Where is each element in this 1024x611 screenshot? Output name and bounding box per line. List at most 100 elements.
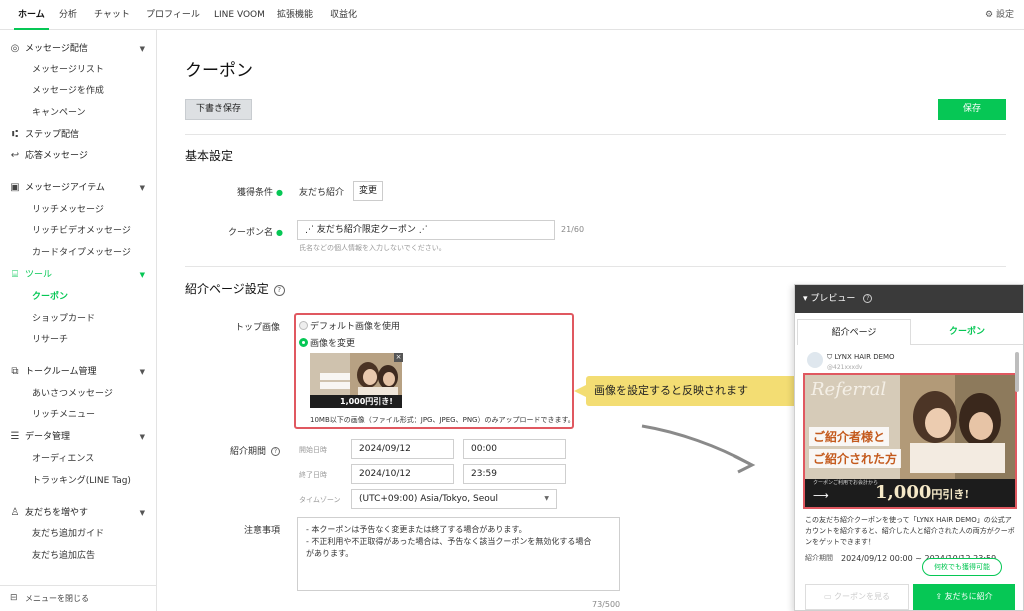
radio-default-image[interactable]	[299, 321, 308, 330]
page-title: クーポン	[185, 61, 253, 81]
notes-line: があります。	[306, 549, 354, 558]
introduce-friend-label: 友だちに紹介	[944, 592, 993, 601]
banner-suffix: 円引き!	[931, 488, 970, 501]
period-label: 紹介期間?	[218, 444, 280, 457]
view-coupon-button[interactable]: ▭ クーポンを見る	[805, 584, 909, 610]
banner-amount-group: 1,000円引き!	[875, 482, 969, 503]
save-draft-button[interactable]: 下書き保存	[185, 99, 252, 120]
preview-banner-highlight: Referral ご紹介者様と ご紹介された方 クーポンご利用でお会計から ⟶ …	[803, 373, 1017, 509]
uploaded-image-thumbnail[interactable]: 1,000円引き!	[310, 353, 402, 408]
callout-pointer	[574, 385, 586, 397]
coupon-name-counter: 21/60	[561, 225, 585, 234]
remove-image-icon[interactable]: ×	[394, 353, 403, 362]
sidebar-item-coupon[interactable]: クーポン	[32, 287, 68, 307]
sidebar-item-rich-message[interactable]: リッチメッセージ	[32, 200, 104, 220]
tab-chat[interactable]: チャット	[94, 0, 130, 30]
change-button[interactable]: 変更	[353, 181, 383, 201]
introduce-friend-button[interactable]: ⇪ 友だちに紹介	[913, 584, 1015, 610]
gear-icon: ⚙	[985, 10, 994, 20]
sidebar-section-label: ステップ配信	[25, 130, 80, 140]
sidebar-section-auto-reply[interactable]: ↩ 応答メッセージ	[0, 146, 157, 166]
database-icon: ☰	[10, 431, 20, 442]
sidebar-section-message-delivery[interactable]: ◎ メッセージ配信 ▼	[0, 39, 157, 59]
preview-scrollbar[interactable]	[1015, 352, 1019, 392]
help-icon[interactable]: ?	[863, 294, 873, 303]
annotation-arrow	[641, 424, 756, 474]
notes-textarea[interactable]: - 本クーポンは予告なく変更または終了する場合があります。 - 不正利用や不正取…	[297, 517, 620, 591]
notes-label: 注意事項	[243, 526, 280, 536]
close-menu-button[interactable]: ⊟ メニューを閉じる	[0, 585, 157, 611]
radio-change-image[interactable]	[299, 338, 308, 347]
sidebar-section-step[interactable]: ⑆ ステップ配信	[0, 125, 157, 145]
sidebar-item-add-guide[interactable]: 友だち追加ガイド	[32, 524, 104, 544]
callout-note: 画像を設定すると反映されます	[586, 376, 804, 406]
megaphone-icon: ◎	[10, 43, 20, 54]
share-icon: ⇪	[935, 592, 943, 601]
banner-small-text: クーポンご利用でお会計から	[813, 480, 879, 486]
sidebar-item-campaign[interactable]: キャンペーン	[32, 103, 86, 123]
preview-header[interactable]: ▾ プレビュー ?	[795, 285, 1023, 313]
add-friend-icon: ♙	[10, 507, 20, 518]
step-icon: ⑆	[12, 129, 18, 140]
sidebar-item-create-message[interactable]: メッセージを作成	[32, 81, 104, 101]
sidebar-section-data[interactable]: ☰ データ管理 ▼	[0, 427, 157, 447]
coupon-name-label: クーポン名 ●	[228, 228, 283, 238]
toolbox-icon: ⌸	[12, 269, 18, 280]
tab-analytics[interactable]: 分析	[59, 0, 77, 30]
divider	[185, 266, 1006, 267]
tab-profile[interactable]: プロフィール	[146, 0, 200, 30]
top-image-label: トップ画像	[234, 323, 280, 333]
sidebar-item-add-ads[interactable]: 友だち追加広告	[32, 546, 95, 566]
sidebar-item-tracking[interactable]: トラッキング(LINE Tag)	[32, 471, 131, 491]
preview-tab-coupon[interactable]: クーポン	[911, 319, 1023, 345]
sidebar-section-label: メッセージアイテム	[25, 183, 105, 193]
end-date-input[interactable]: 2024/10/12	[351, 464, 454, 484]
sidebar-item-rich-video[interactable]: リッチビデオメッセージ	[32, 221, 131, 241]
tab-monetize[interactable]: 収益化	[330, 0, 357, 30]
sidebar-item-card-message[interactable]: カードタイプメッセージ	[32, 243, 131, 263]
save-button[interactable]: 保存	[938, 99, 1006, 120]
sidebar-item-research[interactable]: リサーチ	[32, 330, 68, 350]
chevron-down-icon: ▼	[139, 271, 145, 279]
notes-counter: 73/500	[592, 600, 621, 609]
account-id: @421xxxdv	[827, 364, 863, 371]
avatar	[807, 352, 823, 368]
help-icon[interactable]: ?	[271, 447, 280, 456]
section-title-intro: 紹介ページ設定?	[185, 280, 285, 297]
start-date-input[interactable]: 2024/09/12	[351, 439, 454, 459]
tab-line-voom[interactable]: LINE VOOM	[214, 0, 265, 30]
preview-period-label: 紹介期間	[805, 554, 833, 562]
coupon-name-hint: 氏名などの個人情報を入力しないでください。	[299, 244, 446, 252]
sidebar-item-rich-menu[interactable]: リッチメニュー	[32, 405, 95, 425]
end-time-input[interactable]: 23:59	[463, 464, 566, 484]
end-label: 終了日時	[299, 471, 327, 479]
upload-hint: 10MB以下の画像（ファイル形式：JPG、JPEG、PNG）のみアップロードでき…	[310, 416, 575, 424]
preview-tab-intro[interactable]: 紹介ページ	[797, 319, 911, 345]
thumbnail-amount: 1,000円引き!	[340, 397, 393, 406]
start-time-input[interactable]: 00:00	[463, 439, 566, 459]
top-nav: ホーム 分析 チャット プロフィール LINE VOOM 拡張機能 収益化 ⚙ …	[0, 0, 1024, 30]
timezone-label: タイムゾーン	[299, 496, 341, 504]
tab-extensions[interactable]: 拡張機能	[277, 0, 313, 30]
sidebar-item-greeting[interactable]: あいさつメッセージ	[32, 384, 113, 404]
chat-room-icon: ⧉	[11, 366, 19, 377]
chevron-down-icon: ▼	[139, 368, 145, 376]
radio-change-label: 画像を変更	[310, 339, 356, 349]
timezone-select[interactable]: (UTC+09:00) Asia/Tokyo, Seoul ▼	[351, 489, 557, 509]
tab-home[interactable]: ホーム	[14, 0, 49, 30]
sidebar-section-grow-friends[interactable]: ♙ 友だちを増やす ▼	[0, 503, 157, 523]
required-dot: ●	[276, 228, 283, 237]
help-icon[interactable]: ?	[273, 285, 285, 296]
chevron-down-icon: ▼	[544, 495, 549, 502]
sidebar-section-chatroom[interactable]: ⧉ トークルーム管理 ▼	[0, 362, 157, 382]
sidebar-item-shop-card[interactable]: ショップカード	[32, 309, 95, 329]
sidebar-section-tools[interactable]: ⌸ ツール ▼	[0, 265, 157, 285]
close-menu-label: メニューを閉じる	[25, 594, 89, 603]
coupon-name-input[interactable]: ⋰ 友だち紹介限定クーポン ⋰	[297, 220, 555, 240]
sidebar-item-audience[interactable]: オーディエンス	[32, 449, 94, 469]
sidebar-section-message-items[interactable]: ▣ メッセージアイテム ▼	[0, 178, 157, 198]
chevron-down-icon: ▼	[139, 45, 145, 53]
banner-script-text: Referral	[811, 379, 887, 400]
settings-link[interactable]: ⚙ 設定	[985, 0, 1014, 30]
sidebar-item-message-list[interactable]: メッセージリスト	[32, 60, 104, 80]
